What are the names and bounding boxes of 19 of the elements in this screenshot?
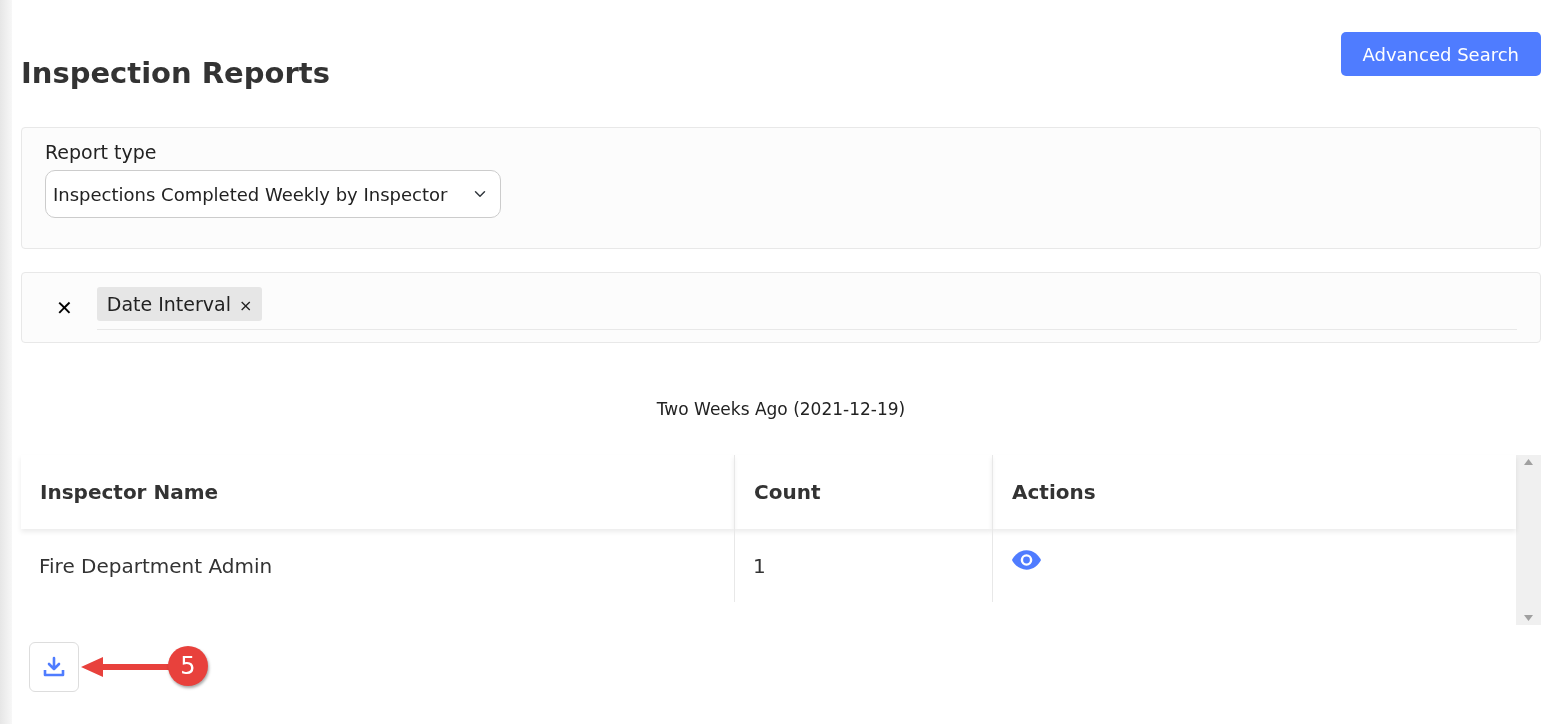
table-cell: 1	[734, 529, 992, 603]
column-header: Count	[734, 455, 992, 530]
advanced-search-button[interactable]: Advanced Search	[1340, 32, 1541, 76]
filter-chip[interactable]: Date Interval ×	[96, 286, 263, 322]
table-caption: Two Weeks Ago (2021-12-19)	[655, 397, 907, 421]
clear-filters-icon[interactable]: ✕	[56, 293, 73, 324]
report-type-label: Report type	[45, 139, 158, 165]
download-icon	[43, 656, 65, 679]
column-header: Actions	[992, 455, 1516, 530]
eye-icon[interactable]	[1011, 549, 1042, 572]
download-button[interactable]	[29, 642, 79, 693]
scroll-up-icon[interactable]	[1524, 459, 1533, 466]
scroll-down-icon[interactable]	[1524, 615, 1533, 622]
table-cell-text: Fire Department Admin	[38, 552, 274, 580]
column-header: Inspector Name	[21, 455, 734, 530]
report-type-dropdown[interactable]: Inspections Completed Weekly by Inspector	[45, 170, 501, 219]
callout-number: 5	[168, 646, 208, 686]
page-title: Inspection Reports	[21, 55, 330, 91]
remove-chip-icon[interactable]: ×	[239, 295, 253, 315]
